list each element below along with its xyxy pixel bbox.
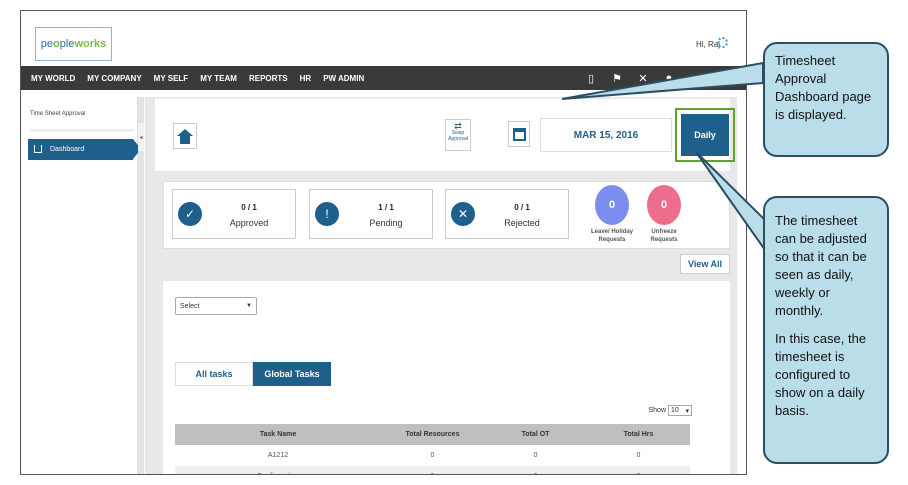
flag-icon[interactable]: ⚑ — [610, 72, 624, 85]
stat-approved[interactable]: ✓ 0 / 1 Approved — [172, 189, 296, 239]
cell-total-ot: 0 — [533, 452, 538, 459]
stat-pending[interactable]: ! 1 / 1 Pending — [309, 189, 433, 239]
help-icon[interactable]: ● — [662, 72, 676, 84]
tasks-table: Task Name Total Resources Total OT Total… — [175, 424, 690, 474]
peopleworks-logo[interactable]: pe o ple works — [35, 27, 112, 61]
collapse-sidebar-button[interactable]: ◂ — [138, 123, 144, 151]
leave-holiday-label: Leave/ Holiday Requests — [590, 229, 634, 243]
table-row[interactable]: Configuration 0 0 0 — [175, 466, 690, 474]
page-size-select[interactable]: 10 ▾ — [668, 405, 692, 416]
leave-holiday-count[interactable]: 0 — [595, 185, 629, 225]
home-button[interactable] — [173, 123, 197, 149]
stat-count: 0 / 1 — [241, 203, 257, 212]
app-window: pe o ple works Hi, Raj MY WORLD MY COMPANY … — [20, 10, 747, 475]
daily-highlight: Daily — [675, 108, 735, 162]
swap-approval-button[interactable]: ⇄ Swap Approval — [445, 119, 471, 151]
stat-label: Approved — [229, 218, 269, 228]
sidebar-item-dashboard[interactable]: Dashboard — [28, 139, 141, 160]
logo-text-c: works — [74, 38, 107, 50]
gear-icon[interactable] — [717, 37, 728, 48]
sidebar-scrollbar[interactable] — [138, 97, 144, 474]
stats-panel: ✓ 0 / 1 Approved ! 1 / 1 Pending ✕ 0 / 1… — [163, 181, 730, 249]
stat-label: Pending — [369, 218, 403, 228]
callout-text: In this case, the timesheet is configure… — [775, 331, 867, 418]
callout-timesheet-view: The timesheet can be adjusted so that it… — [763, 196, 889, 464]
logo-text-a: pe — [40, 38, 54, 50]
tab-global-tasks[interactable]: Global Tasks — [253, 362, 331, 386]
table-header-row: Task Name Total Resources Total OT Total… — [175, 424, 690, 445]
stat-rejected[interactable]: ✕ 0 / 1 Rejected — [445, 189, 569, 239]
column-total-ot[interactable]: Total OT — [484, 424, 587, 445]
nav-my-team[interactable]: MY TEAM — [194, 74, 243, 83]
cell-total-resources: 0 — [430, 452, 435, 459]
callout-text: The timesheet can be adjusted so that it… — [775, 213, 867, 318]
filter-select[interactable]: Select ▼ — [175, 297, 257, 315]
callout-dashboard: Timesheet Approval Dashboard page is dis… — [763, 42, 889, 157]
nav-pw-admin[interactable]: PW ADMIN — [317, 74, 370, 83]
column-total-hrs[interactable]: Total Hrs — [587, 424, 690, 445]
callout-text: Timesheet Approval Dashboard page is dis… — [775, 53, 872, 122]
unfreeze-label: Unfreeze Requests — [650, 229, 678, 243]
page-size-control: Show 10 ▾ — [648, 405, 692, 416]
book-icon[interactable]: ▯ — [584, 72, 598, 85]
column-total-resources[interactable]: Total Resources — [381, 424, 484, 445]
nav-reports[interactable]: REPORTS — [243, 74, 294, 83]
nav-my-world[interactable]: MY WORLD — [25, 74, 81, 83]
top-icons: ▯ ⚑ ✕ ● — [584, 66, 676, 90]
cell-total-resources: 0 — [381, 466, 484, 474]
stat-count: 1 / 1 — [378, 203, 394, 212]
swap-icon: ⇄ — [454, 121, 462, 131]
sidebar-title: Time Sheet Approval — [30, 111, 86, 117]
sidebar-item-label: Dashboard — [50, 146, 85, 153]
view-all-bar: View All — [163, 254, 730, 274]
home-icon — [177, 129, 193, 136]
tab-all-tasks[interactable]: All tasks — [175, 362, 253, 386]
nav-my-company[interactable]: MY COMPANY — [81, 74, 147, 83]
tasks-panel: Select ▼ All tasks Global Tasks Show 10 ▾… — [163, 281, 730, 474]
cell-total-hrs: 0 — [636, 452, 641, 459]
stat-label: Rejected — [504, 218, 540, 228]
date-display[interactable]: MAR 15, 2016 — [540, 118, 672, 152]
nav-hr[interactable]: HR — [294, 74, 318, 83]
unfreeze-count[interactable]: 0 — [647, 185, 681, 225]
table-row[interactable]: A1212 0 0 0 — [175, 445, 690, 466]
sidebar-divider — [30, 129, 134, 132]
daily-view-button[interactable]: Daily — [681, 114, 729, 156]
approval-label: Approval — [448, 136, 468, 142]
filter-select-value: Select — [180, 302, 200, 310]
cell-total-ot: 0 — [484, 466, 587, 474]
main-content: ⇄ Swap Approval MAR 15, 2016 Daily ✓ 0 /… — [145, 97, 737, 474]
sidebar: Time Sheet Approval Dashboard — [21, 97, 141, 474]
column-task-name[interactable]: Task Name — [175, 424, 381, 445]
calendar-button[interactable] — [508, 121, 530, 147]
show-label: Show — [648, 407, 666, 414]
cell-task-name: A1212 — [267, 452, 289, 459]
stat-count: 0 / 1 — [514, 203, 530, 212]
chevron-down-icon: ▼ — [246, 303, 252, 309]
tools-icon[interactable]: ✕ — [636, 72, 650, 85]
nav-my-self[interactable]: MY SELF — [148, 74, 195, 83]
cell-task-name: Configuration — [175, 466, 381, 474]
dashboard-header: ⇄ Swap Approval MAR 15, 2016 Daily — [155, 99, 735, 171]
chevron-down-icon: ▾ — [685, 407, 689, 415]
view-all-button[interactable]: View All — [680, 254, 730, 274]
cell-total-hrs: 0 — [587, 466, 690, 474]
home-icon — [34, 145, 42, 153]
calendar-icon — [512, 127, 526, 141]
logo-text-b: ple — [59, 38, 75, 50]
